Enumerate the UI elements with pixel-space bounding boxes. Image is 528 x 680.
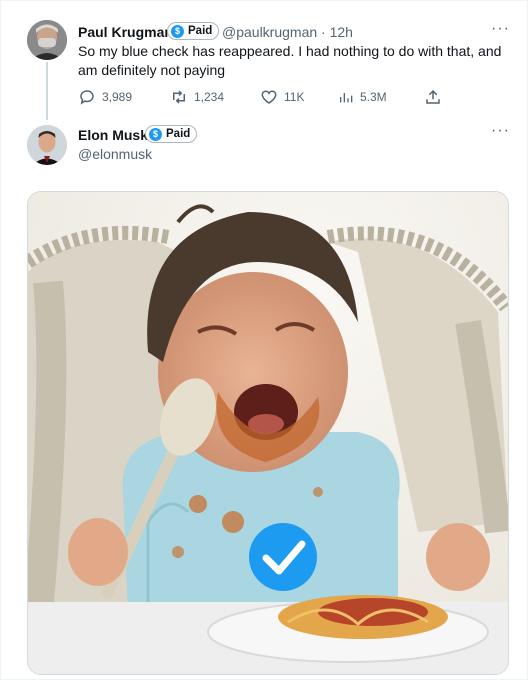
avatar-photo-icon <box>27 125 67 165</box>
retweet-button[interactable]: 1,234 <box>170 88 224 106</box>
paid-badge-label: Paid <box>166 128 191 140</box>
avatar-photo-icon <box>27 20 67 60</box>
reply-count: 3,989 <box>102 90 133 104</box>
crying-baby-photo <box>28 192 508 674</box>
paid-badge[interactable]: $ Paid <box>145 125 198 143</box>
more-options-icon[interactable]: ··· <box>491 122 510 140</box>
dollar-icon: $ <box>149 127 162 141</box>
heart-icon <box>261 90 277 104</box>
paid-badge[interactable]: $ Paid <box>167 22 220 40</box>
handle-text: @paulkrugman <box>222 24 318 40</box>
thread-connector-line <box>46 62 48 120</box>
paid-badge-label: Paid <box>188 25 213 37</box>
separator: · <box>321 24 326 40</box>
analytics-icon <box>340 93 353 103</box>
reply-icon <box>80 90 94 105</box>
view-count: 5.3M <box>360 90 387 104</box>
avatar-paul-krugman[interactable] <box>27 20 67 60</box>
like-button[interactable]: 11K <box>260 88 304 106</box>
retweet-icon <box>173 90 185 104</box>
reply-button[interactable]: 3,989 <box>78 88 132 106</box>
author-handle[interactable]: @paulkrugman · 12h <box>222 24 353 40</box>
verified-badge-icon <box>249 523 317 591</box>
author-handle[interactable]: @elonmusk <box>78 146 152 162</box>
share-button[interactable] <box>424 88 442 106</box>
timestamp[interactable]: 12h <box>330 24 353 40</box>
avatar-elon-musk[interactable] <box>27 125 67 165</box>
author-name[interactable]: Paul Krugman <box>78 24 173 40</box>
dollar-icon: $ <box>171 24 184 38</box>
tweet-actions: 3,989 1,234 11K 5.3M <box>78 88 448 106</box>
like-count: 11K <box>284 90 305 104</box>
share-icon <box>426 89 440 104</box>
views-button[interactable]: 5.3M <box>338 88 387 106</box>
author-name[interactable]: Elon Musk <box>78 127 148 143</box>
retweet-count: 1,234 <box>194 90 225 104</box>
tweet-media-image[interactable] <box>27 191 509 675</box>
tweet-text: So my blue check has reappeared. I had n… <box>78 43 502 78</box>
more-options-icon[interactable]: ··· <box>491 20 510 38</box>
